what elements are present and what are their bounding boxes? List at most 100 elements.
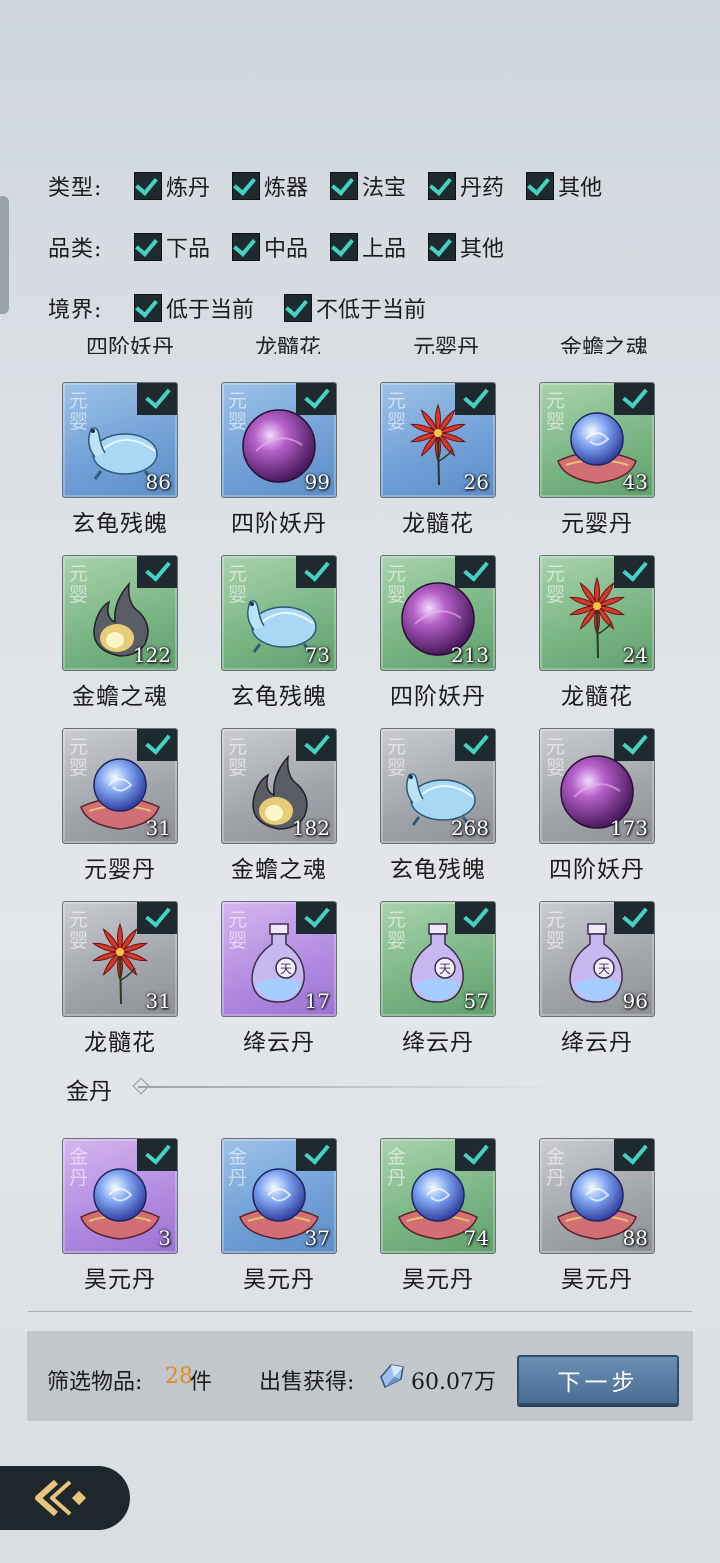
checkbox-checked-icon[interactable] <box>284 294 313 322</box>
item-card[interactable]: 元婴 31 <box>62 728 178 844</box>
selected-check-icon[interactable] <box>137 556 177 588</box>
checkbox-checked-icon[interactable] <box>232 172 261 200</box>
filter-type-option[interactable]: 炼丹 <box>134 170 210 202</box>
selected-check-icon[interactable] <box>137 902 177 934</box>
selected-check-icon[interactable] <box>296 383 336 415</box>
item-card[interactable]: 元婴 24 <box>539 555 655 671</box>
inventory-item[interactable]: 元婴 182 金蟾之魂 <box>221 728 337 884</box>
inventory-item[interactable]: 元婴 24 龙髓花 <box>539 555 655 711</box>
selected-check-icon[interactable] <box>614 902 654 934</box>
item-card[interactable]: 元婴 182 <box>221 728 337 844</box>
checkbox-checked-icon[interactable] <box>134 294 162 322</box>
filter-grade-option[interactable]: 其他 <box>428 231 504 263</box>
section-divider <box>138 1086 558 1088</box>
inventory-item[interactable]: 元婴 73 玄龟残魄 <box>221 555 337 711</box>
checkbox-checked-icon[interactable] <box>428 233 457 261</box>
checkbox-checked-icon[interactable] <box>330 172 359 200</box>
filter-grade-option[interactable]: 上品 <box>330 231 406 263</box>
filter-realm-option[interactable]: 不低于当前 <box>284 292 426 324</box>
checkbox-checked-icon[interactable] <box>526 172 555 200</box>
item-name: 元婴丹 <box>84 857 156 883</box>
filter-type-option[interactable]: 炼器 <box>232 170 308 202</box>
selected-check-icon[interactable] <box>455 902 495 934</box>
item-card[interactable]: 元婴 173 <box>539 728 655 844</box>
selected-check-icon[interactable] <box>455 1139 495 1171</box>
item-card[interactable]: 元婴天 57 <box>380 901 496 1017</box>
checkbox-checked-icon[interactable] <box>330 233 359 261</box>
selected-check-icon[interactable] <box>296 729 336 761</box>
filter-type-option[interactable]: 其他 <box>526 170 602 202</box>
item-card[interactable]: 金丹 88 <box>539 1138 655 1254</box>
inventory-item[interactable]: 金丹 3 昊元丹 <box>62 1138 178 1294</box>
checkbox-checked-icon[interactable] <box>428 172 457 200</box>
inventory-item[interactable]: 元婴 26 龙髓花 <box>380 382 496 538</box>
inventory-item[interactable]: 金丹 88 昊元丹 <box>539 1138 655 1294</box>
item-card[interactable]: 金丹 37 <box>221 1138 337 1254</box>
item-card[interactable]: 金丹 74 <box>380 1138 496 1254</box>
inventory-item[interactable]: 元婴 43 元婴丹 <box>539 382 655 538</box>
item-card[interactable]: 元婴天 96 <box>539 901 655 1017</box>
selected-check-icon[interactable] <box>137 383 177 415</box>
item-name: 四阶妖丹 <box>231 511 327 537</box>
selected-check-icon[interactable] <box>614 729 654 761</box>
checkbox-checked-icon[interactable] <box>134 233 162 261</box>
item-card[interactable]: 元婴 99 <box>221 382 337 498</box>
selected-check-icon[interactable] <box>137 729 177 761</box>
item-card[interactable]: 元婴 26 <box>380 382 496 498</box>
checkbox-checked-icon[interactable] <box>232 233 261 261</box>
selected-check-icon[interactable] <box>296 556 336 588</box>
inventory-item[interactable]: 元婴 213 四阶妖丹 <box>380 555 496 711</box>
inventory-item[interactable]: 元婴天 96 绛云丹 <box>539 901 655 1057</box>
selected-check-icon[interactable] <box>455 729 495 761</box>
item-card[interactable]: 元婴 268 <box>380 728 496 844</box>
filter-grade-option[interactable]: 下品 <box>134 231 210 263</box>
inventory-item[interactable]: 元婴 99 四阶妖丹 <box>221 382 337 538</box>
inventory-item[interactable]: 元婴 173 四阶妖丹 <box>539 728 655 884</box>
item-card[interactable]: 元婴 73 <box>221 555 337 671</box>
inventory-item[interactable]: 金丹 74 昊元丹 <box>380 1138 496 1294</box>
item-card[interactable]: 元婴 31 <box>62 901 178 1017</box>
selected-check-icon[interactable] <box>455 383 495 415</box>
filter-grade-option[interactable]: 中品 <box>232 231 308 263</box>
inventory-item[interactable]: 元婴天 57 绛云丹 <box>380 901 496 1057</box>
filter-grade-label: 品类: <box>48 237 103 262</box>
inventory-item[interactable]: 元婴 31 元婴丹 <box>62 728 178 884</box>
item-name: 龙髓花 <box>402 511 474 537</box>
selected-check-icon[interactable] <box>614 1139 654 1171</box>
selected-check-icon[interactable] <box>137 1139 177 1171</box>
selected-check-icon[interactable] <box>614 556 654 588</box>
item-card[interactable]: 金丹 3 <box>62 1138 178 1254</box>
back-button[interactable] <box>0 1466 130 1530</box>
inventory-item[interactable]: 金丹 37 昊元丹 <box>221 1138 337 1294</box>
checkbox-checked-icon[interactable] <box>134 172 162 200</box>
item-name: 四阶妖丹 <box>390 684 486 710</box>
inventory-item[interactable]: 元婴 122 金蟾之魂 <box>62 555 178 711</box>
filter-type-option[interactable]: 丹药 <box>428 170 504 202</box>
selected-check-icon[interactable] <box>614 383 654 415</box>
inventory-item[interactable]: 元婴 31 龙髓花 <box>62 901 178 1057</box>
item-quantity: 182 <box>291 816 330 840</box>
inventory-item[interactable]: 元婴 268 玄龟残魄 <box>380 728 496 884</box>
item-card[interactable]: 元婴天 17 <box>221 901 337 1017</box>
next-step-button[interactable]: 下一步 <box>517 1355 679 1405</box>
filter-realm-option[interactable]: 低于当前 <box>134 292 254 324</box>
scrolled-item-names: 四阶妖丹 龙髓花 元婴丹 金蟾之魂 <box>60 336 700 354</box>
svg-text:天: 天 <box>439 962 451 976</box>
item-card[interactable]: 元婴 213 <box>380 555 496 671</box>
side-drawer-handle[interactable] <box>0 196 9 314</box>
item-card[interactable]: 元婴 122 <box>62 555 178 671</box>
item-quantity: 213 <box>450 643 489 667</box>
item-quantity: 86 <box>145 470 171 494</box>
selected-check-icon[interactable] <box>455 556 495 588</box>
item-card[interactable]: 元婴 86 <box>62 382 178 498</box>
inventory-item[interactable]: 元婴 86 玄龟残魄 <box>62 382 178 538</box>
item-card[interactable]: 元婴 43 <box>539 382 655 498</box>
item-quantity: 17 <box>304 989 330 1013</box>
inventory-item[interactable]: 元婴天 17 绛云丹 <box>221 901 337 1057</box>
item-name: 绛云丹 <box>402 1030 474 1056</box>
section-title-jindan: 金丹 <box>66 1079 112 1105</box>
item-name: 四阶妖丹 <box>549 857 645 883</box>
selected-check-icon[interactable] <box>296 902 336 934</box>
selected-check-icon[interactable] <box>296 1139 336 1171</box>
filter-type-option[interactable]: 法宝 <box>330 170 406 202</box>
